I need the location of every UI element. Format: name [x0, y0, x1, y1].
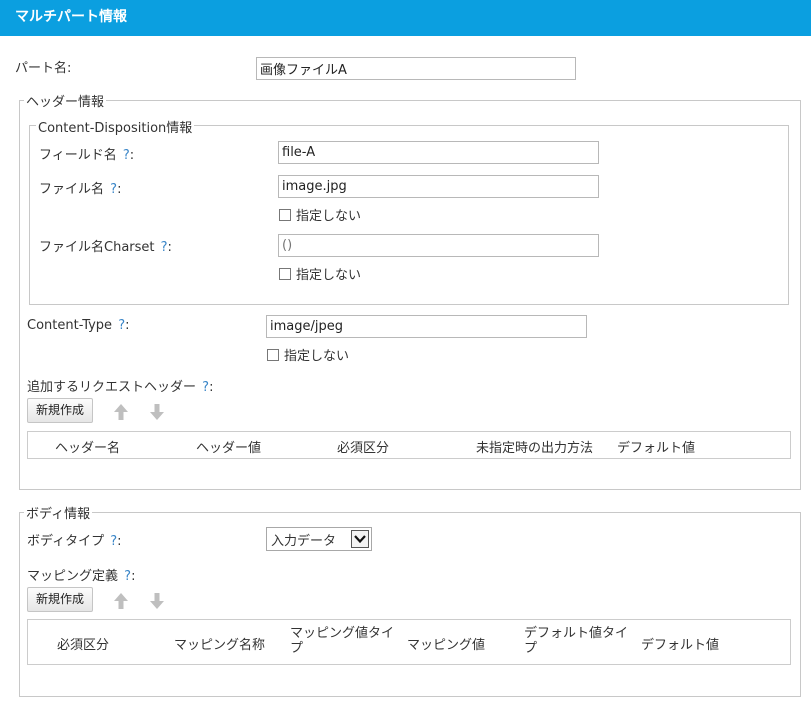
file-name-colon: :	[117, 182, 122, 197]
file-name-charset-label-group: ファイル名Charset ?:	[39, 236, 172, 255]
request-headers-colon: :	[209, 380, 214, 395]
file-name-input[interactable]	[278, 175, 599, 198]
field-name-label-group: フィールド名 ?:	[39, 144, 134, 163]
header-info-legend: ヘッダー情報	[24, 91, 107, 110]
arrow-down-icon[interactable]	[149, 403, 165, 421]
content-type-label: Content-Type	[27, 318, 113, 333]
mapping-colon: :	[131, 569, 136, 584]
table-header: デフォルト値	[617, 441, 696, 456]
mapping-label-group: マッピング定義 ?:	[27, 565, 135, 584]
file-name-label-group: ファイル名 ?:	[39, 178, 121, 197]
file-name-label: ファイル名	[39, 182, 105, 197]
table-header: ヘッダー値	[196, 441, 262, 456]
table-header: マッピング値タイプ	[290, 626, 395, 656]
body-type-label: ボディタイプ	[27, 534, 105, 549]
table-header: デフォルト値	[641, 638, 720, 653]
mapping-new-button[interactable]: 新規作成	[27, 587, 94, 612]
request-headers-label-group: 追加するリクエストヘッダー ?:	[27, 376, 213, 395]
table-header: 未指定時の出力方法	[476, 441, 594, 456]
file-name-charset-label: ファイル名Charset	[39, 240, 155, 255]
body-type-colon: :	[117, 534, 122, 549]
window-title: マルチパート情報	[0, 0, 811, 36]
field-name-input[interactable]	[278, 141, 599, 164]
file-name-unspecified-row[interactable]: 指定しない	[279, 205, 361, 224]
field-name-colon: :	[129, 148, 135, 163]
body-type-selected-value: 入力データ	[271, 533, 337, 549]
content-disposition-legend: Content-Disposition情報	[36, 117, 195, 136]
file-name-charset-unspecified-checkbox[interactable]	[279, 267, 291, 280]
content-type-unspecified-row[interactable]: 指定しない	[267, 345, 349, 364]
table-header: マッピング名称	[174, 638, 266, 653]
part-name-input[interactable]	[256, 57, 576, 80]
content-type-label-group: Content-Type ?:	[27, 318, 130, 333]
arrow-down-icon[interactable]	[149, 592, 165, 610]
content-type-unspecified-label: 指定しない	[284, 349, 350, 364]
body-info-legend: ボディ情報	[24, 503, 93, 522]
mapping-table: 必須区分 マッピング名称 マッピング値タイプ マッピング値 デフォルト値タイプ …	[27, 619, 791, 665]
body-type-select[interactable]: 入力データ	[266, 527, 372, 551]
file-name-unspecified-label: 指定しない	[296, 209, 362, 224]
arrow-up-icon[interactable]	[113, 403, 129, 421]
arrow-up-icon[interactable]	[113, 592, 129, 610]
table-header: ヘッダー名	[55, 441, 121, 456]
table-header: マッピング値	[407, 638, 486, 653]
file-name-charset-colon: :	[167, 240, 172, 255]
part-name-label: パート名:	[15, 61, 72, 76]
chevron-down-icon[interactable]	[351, 530, 369, 548]
body-info-fieldset	[19, 512, 801, 697]
request-headers-new-button[interactable]: 新規作成	[27, 398, 94, 423]
field-name-label: フィールド名	[39, 148, 117, 163]
file-name-charset-input[interactable]	[278, 234, 599, 257]
file-name-charset-help-icon[interactable]: ?	[161, 240, 168, 255]
content-type-input[interactable]	[266, 315, 587, 338]
request-headers-table: ヘッダー名 ヘッダー値 必須区分 未指定時の出力方法 デフォルト値	[27, 431, 791, 459]
body-type-label-group: ボディタイプ ?:	[27, 530, 122, 549]
table-header: デフォルト値タイプ	[524, 626, 629, 656]
content-type-unspecified-checkbox[interactable]	[267, 348, 279, 361]
file-name-charset-unspecified-label: 指定しない	[296, 268, 362, 283]
field-name-help-icon[interactable]: ?	[123, 148, 130, 163]
content-type-colon: :	[125, 318, 130, 333]
table-header: 必須区分	[57, 638, 110, 653]
file-name-unspecified-checkbox[interactable]	[279, 208, 291, 221]
request-headers-label: 追加するリクエストヘッダー	[27, 380, 197, 395]
file-name-charset-unspecified-row[interactable]: 指定しない	[279, 264, 361, 283]
mapping-label: マッピング定義	[27, 569, 119, 584]
table-header: 必須区分	[337, 441, 390, 456]
